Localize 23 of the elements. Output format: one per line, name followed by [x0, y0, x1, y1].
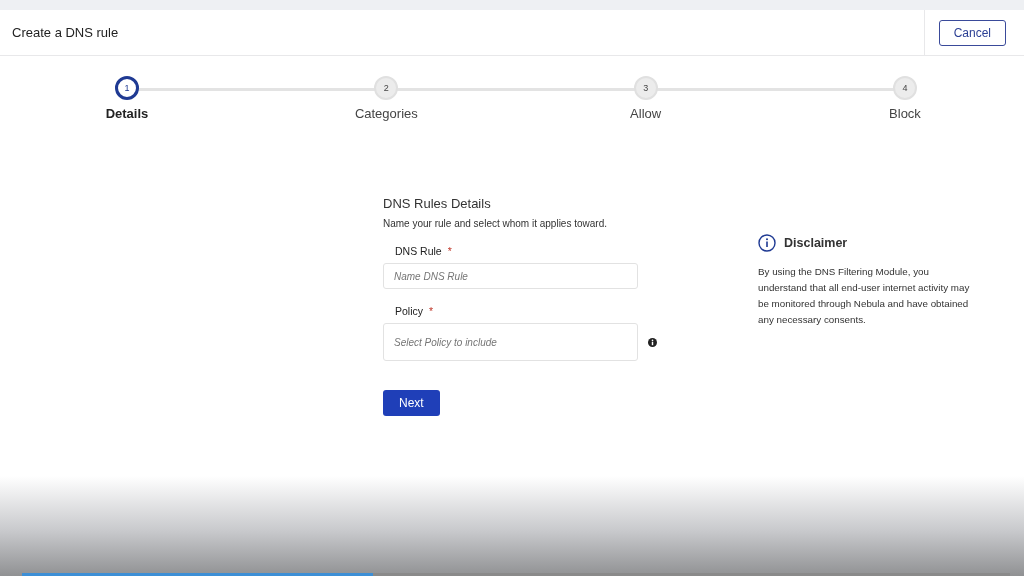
input-field[interactable]: Name DNS Rule: [383, 263, 638, 289]
step-label[interactable]: Details: [105, 106, 149, 121]
step-label[interactable]: Allow: [630, 106, 662, 121]
page-title: Create a DNS rule: [12, 25, 119, 40]
disclaimer-title: Disclaimer: [784, 236, 848, 250]
step-number[interactable]: 4: [893, 76, 917, 100]
next-button[interactable]: Next: [383, 390, 440, 416]
required-mark: *: [429, 305, 434, 317]
field-label: DNS Rule: [395, 245, 442, 257]
step-number[interactable]: 3: [633, 76, 658, 100]
step-label[interactable]: Block: [889, 106, 921, 121]
field-label: Policy: [395, 305, 423, 317]
info-icon: [758, 234, 776, 252]
form-heading: DNS Rules Details: [383, 196, 492, 211]
disclaimer-text: By using the DNS Filtering Module, you understand that all end-user internet activity may be monitored through Nebula and have obtained any necessary consents.: [758, 265, 970, 327]
info-icon[interactable]: [648, 337, 657, 347]
step-label[interactable]: Categories: [354, 106, 418, 121]
select-field[interactable]: Select Policy to include: [383, 323, 638, 361]
form-subtitle: Name your rule and select whom it applies toward.: [383, 218, 608, 229]
step-number[interactable]: 1: [115, 76, 139, 100]
cancel-button[interactable]: Cancel: [938, 19, 1006, 46]
required-mark: *: [447, 245, 452, 257]
step-number[interactable]: 2: [374, 76, 399, 100]
